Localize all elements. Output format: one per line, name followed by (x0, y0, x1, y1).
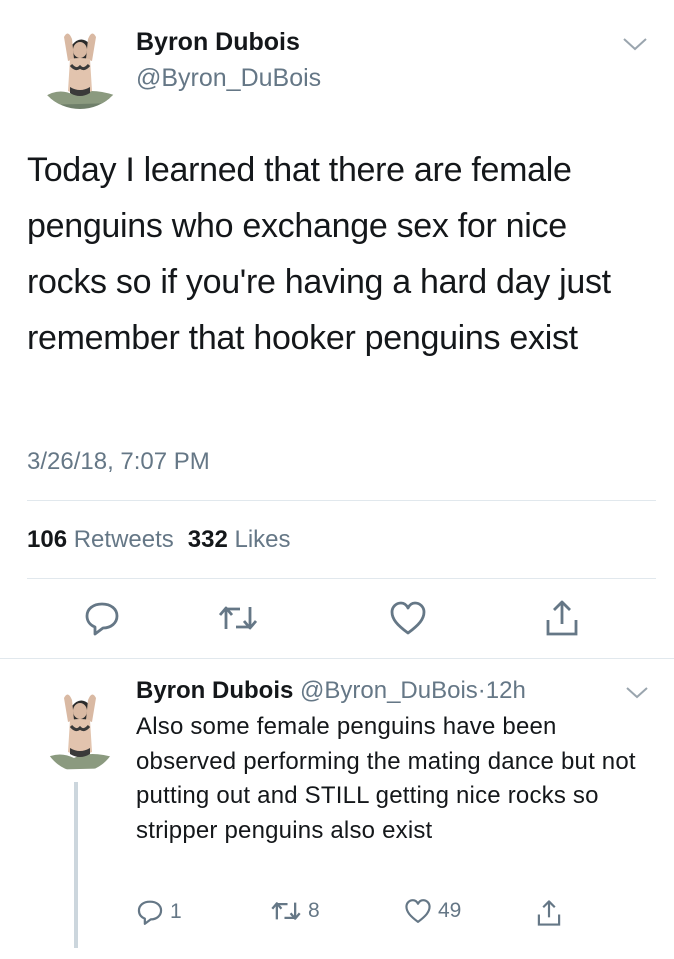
avatar[interactable] (34, 17, 126, 109)
user-handle[interactable]: @Byron_DuBois (136, 64, 321, 93)
retweet-icon (218, 606, 258, 630)
retweets-label: Retweets (73, 526, 174, 553)
display-name[interactable]: Byron Dubois (136, 28, 300, 57)
share-icon (537, 900, 561, 926)
thread-line (74, 782, 78, 948)
divider (27, 578, 656, 579)
divider (27, 500, 656, 501)
reply-icon (85, 602, 119, 636)
tweet-stats: 106 Retweets 332 Likes (27, 526, 291, 554)
reply-share-button[interactable] (536, 898, 562, 928)
tweet-actions (0, 596, 674, 646)
tweet-text: Today I learned that there are female pe… (27, 151, 611, 357)
likes-label: Likes (234, 526, 291, 553)
retweet-button[interactable] (216, 596, 260, 640)
like-count: 49 (438, 899, 462, 922)
likes-count: 332 (187, 526, 228, 553)
like-icon (405, 899, 431, 923)
reply-like-button[interactable]: 49 (404, 898, 461, 924)
reply-time[interactable]: 12h (486, 677, 526, 704)
like-icon (390, 601, 426, 635)
tweet-timestamp[interactable]: 3/26/18, 7:07 PM (27, 448, 210, 476)
reply-handle[interactable]: @Byron_DuBois (300, 677, 478, 704)
chevron-down-icon[interactable] (625, 686, 649, 700)
retweets-count: 106 (27, 526, 68, 553)
reply-icon (137, 900, 163, 925)
share-button[interactable] (540, 596, 584, 640)
avatar-image (34, 17, 126, 109)
reply-header: Byron Dubois @Byron_DuBois·12h (136, 677, 526, 705)
likes-stat[interactable]: 332 Likes (188, 526, 291, 553)
reply-button[interactable] (80, 596, 124, 640)
divider (0, 658, 674, 659)
reply-reply-button[interactable]: 1 (136, 898, 182, 926)
retweet-count: 8 (308, 899, 320, 922)
reply-retweet-button[interactable]: 8 (270, 898, 320, 924)
retweet-icon (271, 902, 301, 920)
share-icon (546, 600, 578, 636)
avatar[interactable] (40, 680, 120, 772)
retweets-stat[interactable]: 106 Retweets (27, 526, 174, 553)
like-button[interactable] (386, 596, 430, 640)
reply-separator: · (477, 677, 486, 704)
avatar-image (40, 680, 120, 772)
chevron-down-icon[interactable] (622, 36, 648, 52)
reply-count: 1 (170, 900, 182, 923)
reply-text: Also some female penguins have been obse… (136, 713, 636, 844)
reply-display-name[interactable]: Byron Dubois (136, 677, 293, 704)
reply-actions: 1 8 49 (136, 898, 596, 934)
